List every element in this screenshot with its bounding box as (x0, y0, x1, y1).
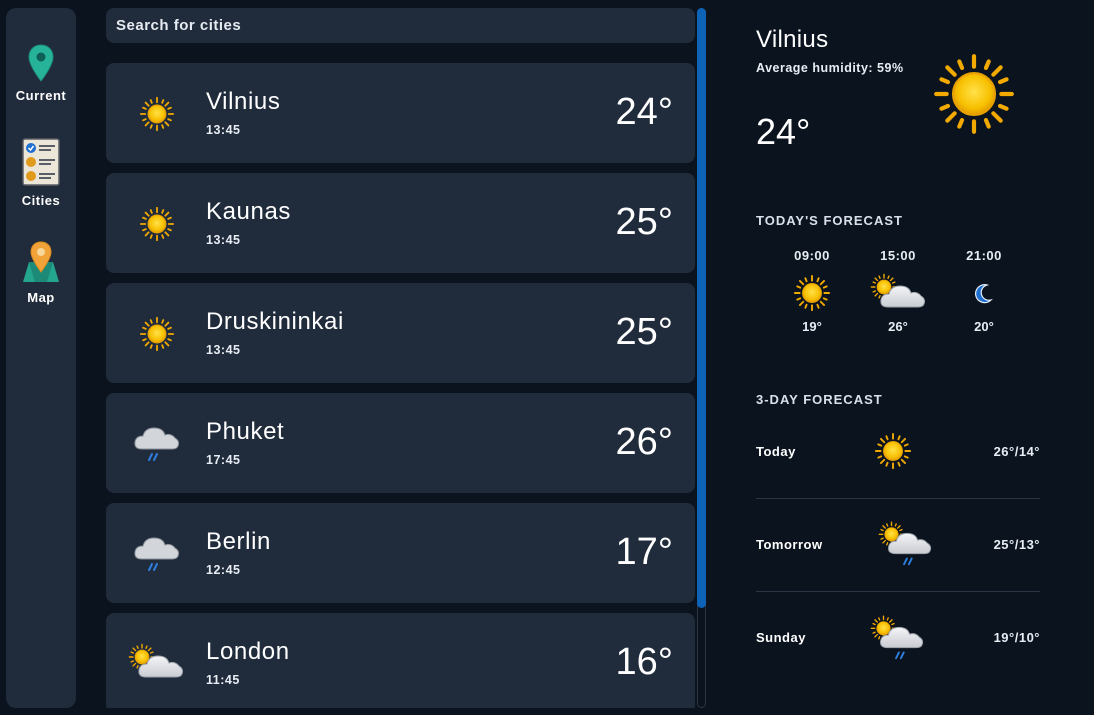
city-time: 12:45 (206, 563, 241, 577)
sidebar: Current Cities Map (6, 8, 76, 708)
search-input[interactable] (106, 8, 695, 43)
city-time: 13:45 (206, 123, 241, 137)
day-temps: 19°/10° (993, 630, 1040, 645)
city-card-vilnius[interactable]: Vilnius 13:45 24° (106, 63, 695, 163)
hour-time: 21:00 (966, 248, 1002, 263)
sun-icon (874, 432, 912, 470)
partly-cloudy-rain-icon (870, 614, 924, 662)
divider (756, 498, 1040, 499)
hourly-forecast-item: 09:00 19° (782, 248, 842, 334)
city-temp: 24° (615, 91, 673, 133)
todays-forecast-title: TODAY'S FORECAST (756, 213, 903, 228)
city-card-berlin[interactable]: Berlin 12:45 17° (106, 503, 695, 603)
sun-icon (139, 96, 175, 132)
day-name: Today (756, 444, 796, 459)
rain-cloud-icon (133, 427, 180, 461)
city-card-druskininkai[interactable]: Druskininkai 13:45 25° (106, 283, 695, 383)
hour-time: 15:00 (880, 248, 916, 263)
sun-icon (793, 274, 831, 312)
daily-forecast-row: Sunday 19°/10° (756, 603, 1040, 696)
sun-icon (932, 52, 1016, 136)
hour-temp: 26° (888, 319, 908, 334)
city-temp: 17° (615, 531, 673, 573)
map-icon (23, 241, 59, 282)
sun-icon (139, 206, 175, 242)
city-time: 11:45 (206, 673, 240, 687)
daily-forecast-row: Tomorrow 25°/13° (756, 510, 1040, 603)
city-temp: 26° (615, 421, 673, 463)
city-time: 13:45 (206, 343, 241, 357)
humidity-text: Average humidity: 59% (756, 61, 904, 75)
day-temps: 26°/14° (993, 444, 1040, 459)
divider (756, 591, 1040, 592)
city-temp: 16° (615, 641, 673, 683)
partly-cloudy-icon (128, 641, 184, 687)
sidebar-item-cities[interactable]: Cities (6, 137, 76, 208)
day-name: Sunday (756, 630, 806, 645)
sidebar-item-label: Cities (21, 193, 61, 208)
map-pin-icon (28, 44, 54, 82)
city-name: Druskininkai (206, 308, 344, 335)
city-name: London (206, 638, 290, 665)
moon-icon (975, 284, 993, 304)
day-name: Tomorrow (756, 537, 823, 552)
hour-temp: 19° (802, 319, 822, 334)
partly-cloudy-rain-icon (878, 520, 932, 568)
city-temp: 25° (615, 201, 673, 243)
city-card-london[interactable]: London 11:45 16° (106, 613, 695, 708)
city-time: 13:45 (206, 233, 241, 247)
city-name: Kaunas (206, 198, 291, 225)
checklist-icon (22, 138, 60, 186)
city-name: Phuket (206, 418, 285, 445)
current-city-name: Vilnius (756, 26, 829, 53)
sun-icon (139, 316, 175, 352)
hour-time: 09:00 (794, 248, 830, 263)
city-name: Berlin (206, 528, 271, 555)
city-card-kaunas[interactable]: Kaunas 13:45 25° (106, 173, 695, 273)
city-temp: 25° (615, 311, 673, 353)
day-temps: 25°/13° (993, 537, 1040, 552)
sidebar-item-current[interactable]: Current (6, 44, 76, 103)
hourly-forecast-item: 15:00 26° (868, 248, 928, 334)
sidebar-item-label: Current (15, 88, 67, 103)
city-list: Vilnius 13:45 24° Kaunas 13:45 25° Drusk… (106, 63, 695, 708)
three-day-forecast-title: 3-DAY FORECAST (756, 392, 883, 407)
sidebar-item-label: Map (27, 290, 55, 305)
city-name: Vilnius (206, 88, 281, 115)
city-time: 17:45 (206, 453, 241, 467)
partly-cloudy-icon (870, 273, 926, 313)
scrollbar-thumb[interactable] (697, 8, 706, 608)
sidebar-item-map[interactable]: Map (6, 240, 76, 305)
current-temp: 24° (756, 111, 811, 152)
city-card-phuket[interactable]: Phuket 17:45 26° (106, 393, 695, 493)
rain-cloud-icon (133, 537, 180, 571)
hourly-forecast-item: 21:00 20° (954, 248, 1014, 334)
hour-temp: 20° (974, 319, 994, 334)
